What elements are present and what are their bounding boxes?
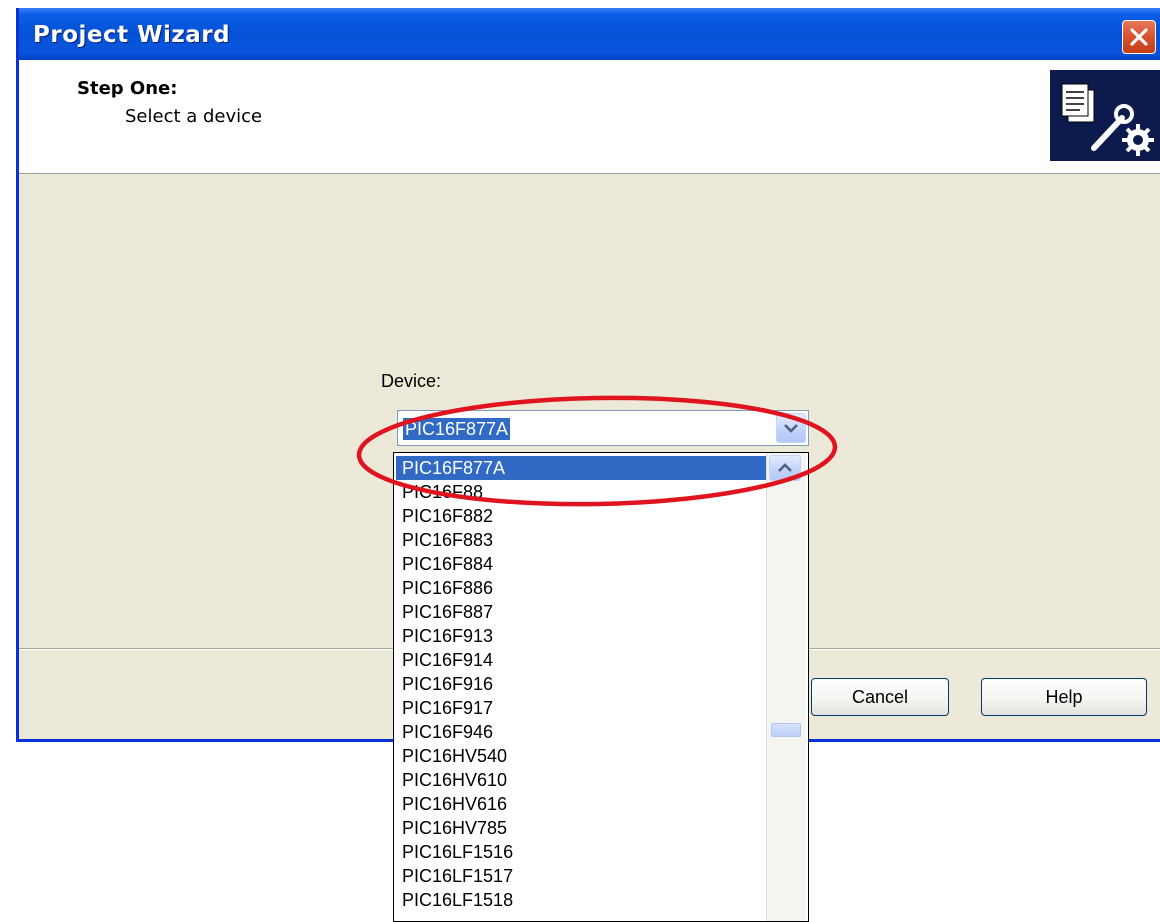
list-item[interactable]: PIC16F886: [396, 576, 768, 600]
list-item[interactable]: PIC16F883: [396, 528, 768, 552]
list-item[interactable]: PIC16F887: [396, 600, 768, 624]
chevron-up-icon: [778, 463, 792, 472]
list-item[interactable]: PIC16F917: [396, 696, 768, 720]
list-item[interactable]: PIC16F884: [396, 552, 768, 576]
help-button-label: Help: [1045, 686, 1083, 707]
help-button[interactable]: Help: [981, 678, 1147, 716]
chevron-down-icon: [784, 424, 798, 433]
list-item[interactable]: PIC16F913: [396, 624, 768, 648]
list-item[interactable]: PIC16F916: [396, 672, 768, 696]
dropdown-scrollbar[interactable]: [766, 453, 806, 921]
list-item[interactable]: PIC16F882: [396, 504, 768, 528]
device-combobox[interactable]: PIC16F877A: [397, 410, 809, 446]
list-item[interactable]: PIC16LF1517: [396, 864, 768, 888]
list-item[interactable]: PIC16LF1516: [396, 840, 768, 864]
window-title: Project Wizard: [33, 22, 231, 48]
cancel-button[interactable]: Cancel: [811, 678, 949, 716]
wizard-header: Step One: Select a device: [19, 60, 1160, 174]
close-button[interactable]: [1122, 20, 1156, 54]
title-bar[interactable]: Project Wizard: [19, 8, 1160, 60]
list-item[interactable]: PIC16HV785: [396, 816, 768, 840]
list-item[interactable]: PIC16F88: [396, 480, 768, 504]
close-icon: [1130, 28, 1148, 46]
step-subtitle: Select a device: [125, 106, 263, 127]
list-item[interactable]: PIC16F877A: [396, 456, 768, 480]
list-item[interactable]: PIC16F914: [396, 648, 768, 672]
list-item[interactable]: PIC16F946: [396, 720, 768, 744]
list-item[interactable]: PIC16HV540: [396, 744, 768, 768]
scroll-up-button[interactable]: [769, 455, 801, 481]
combobox-dropdown-button[interactable]: [776, 413, 806, 443]
cancel-button-label: Cancel: [851, 686, 909, 707]
wizard-tools-icon: [1050, 70, 1160, 161]
list-item[interactable]: PIC16LF1518: [396, 888, 768, 912]
device-combobox-value: PIC16F877A: [403, 418, 511, 440]
list-item[interactable]: PIC16HV610: [396, 768, 768, 792]
list-item[interactable]: PIC16HV616: [396, 792, 768, 816]
step-title: Step One:: [77, 78, 178, 99]
device-label: Device:: [381, 371, 442, 391]
scroll-thumb[interactable]: [771, 723, 801, 737]
device-dropdown-list[interactable]: PIC16F877A PIC16F88 PIC16F882 PIC16F883 …: [393, 452, 809, 922]
